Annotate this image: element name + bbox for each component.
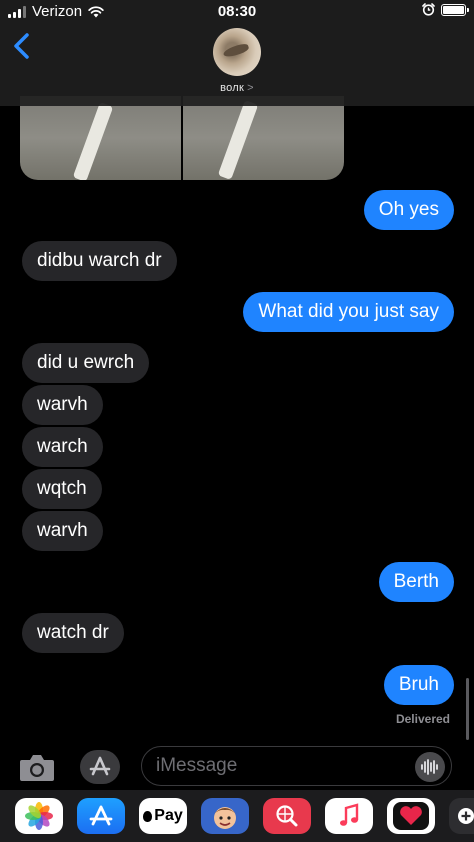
back-button[interactable]: [10, 30, 34, 62]
audio-waveform-icon: [421, 759, 438, 775]
memoji-face-icon: [214, 807, 236, 829]
contact-name: волк: [220, 82, 245, 94]
message-bubble-outgoing[interactable]: Bruh: [383, 665, 454, 705]
photos-flower-icon: [25, 802, 53, 830]
clock: 08:30: [217, 3, 257, 20]
web-search-app-icon[interactable]: [263, 798, 311, 834]
app-store-button[interactable]: [80, 750, 120, 784]
plus-icon: [458, 808, 474, 824]
audio-record-button[interactable]: [415, 752, 445, 782]
message-bubble-incoming[interactable]: warvh: [22, 511, 103, 551]
chevron-right-icon: >: [247, 82, 254, 94]
more-apps-icon[interactable]: [449, 798, 474, 834]
message-bubble-incoming[interactable]: watch dr: [22, 613, 124, 653]
camera-icon: [20, 755, 54, 781]
message-bubble-outgoing[interactable]: What did you just say: [243, 292, 454, 332]
photos-app-icon[interactable]: [15, 798, 63, 834]
message-bubble-outgoing[interactable]: Berth: [378, 562, 454, 602]
battery-icon: [441, 3, 469, 16]
app-store-icon: [89, 756, 111, 776]
globe-search-icon: [276, 805, 298, 827]
chevron-left-icon: [14, 33, 29, 59]
message-bubble-incoming[interactable]: did u ewrch: [22, 343, 150, 383]
message-bubble-incoming[interactable]: wqtch: [22, 469, 102, 509]
scroll-indicator[interactable]: [466, 678, 469, 740]
music-note-icon: [340, 803, 359, 826]
message-bubble-incoming[interactable]: warch: [22, 427, 103, 467]
apple-logo-icon: [143, 810, 153, 822]
apple-pay-label: Pay: [154, 807, 183, 824]
app-store-a-icon: [89, 805, 113, 826]
contact-avatar[interactable]: [213, 28, 261, 76]
composer-bar: [0, 744, 474, 790]
digital-touch-app-icon[interactable]: [387, 798, 435, 834]
message-bubble-outgoing[interactable]: Oh yes: [363, 190, 454, 230]
message-bubble-incoming[interactable]: didbu warch dr: [22, 241, 177, 281]
message-bubble-incoming[interactable]: warvh: [22, 385, 103, 425]
heart-icon: [393, 802, 429, 830]
delivered-status: Delivered: [395, 712, 450, 726]
status-bar: Verizon 08:30: [0, 0, 474, 24]
photo-left-pane: [20, 96, 181, 180]
contact-name-row[interactable]: волк >: [0, 82, 474, 94]
photo-attachment[interactable]: [20, 96, 344, 180]
camera-button[interactable]: [18, 750, 56, 784]
message-input[interactable]: [141, 746, 452, 786]
memoji-app-icon[interactable]: [201, 798, 249, 834]
alarm-icon: [422, 3, 435, 16]
photo-right-pane: [183, 96, 344, 180]
apple-pay-app-icon[interactable]: Pay: [139, 798, 187, 834]
music-app-icon[interactable]: [325, 798, 373, 834]
app-drawer: Pay: [0, 790, 474, 842]
app-store-app-icon[interactable]: [77, 798, 125, 834]
